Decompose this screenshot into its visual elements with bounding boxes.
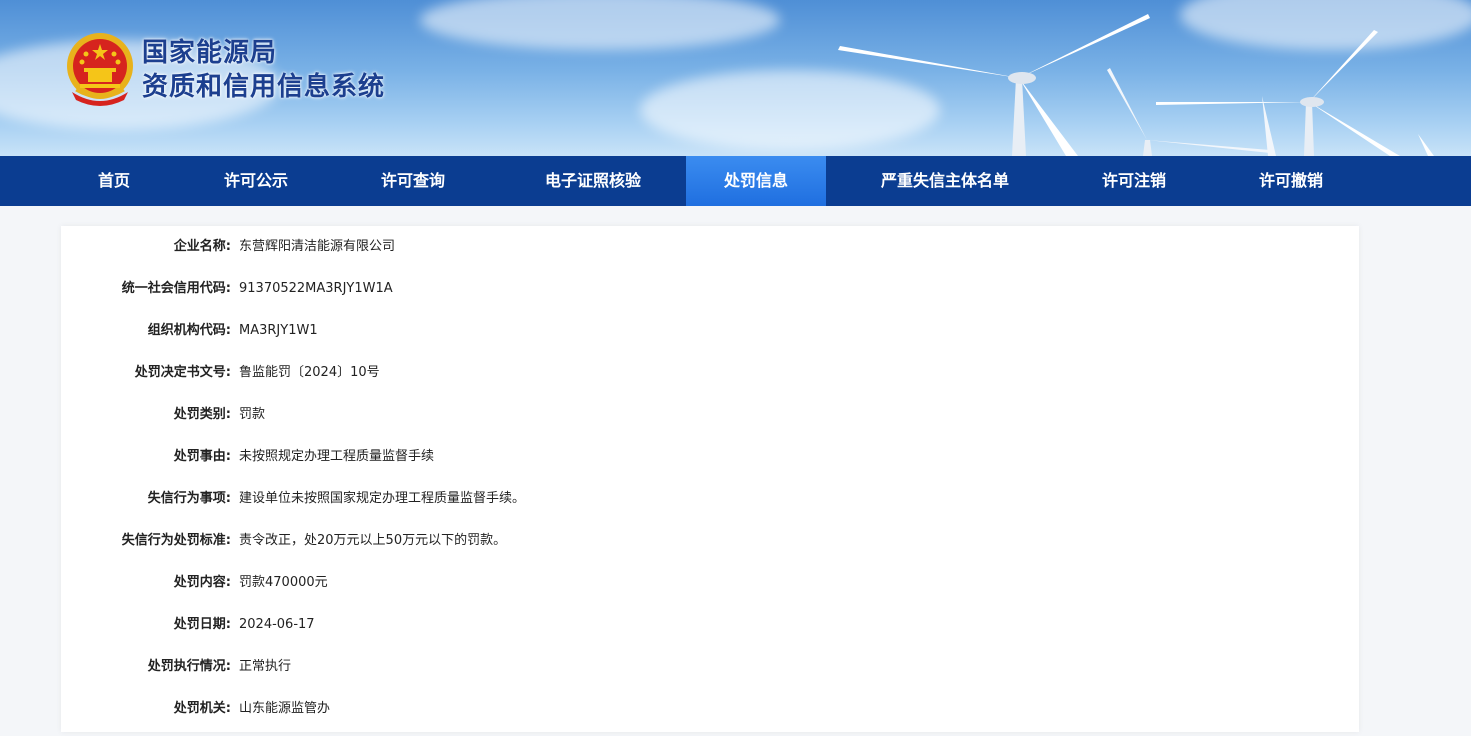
header-banner: 国家能源局 资质和信用信息系统 [0,0,1471,156]
nav-item-license-public[interactable]: 许可公示 [186,156,326,206]
national-emblem-icon [67,33,133,106]
detail-row-penalty-content: 处罚内容: 罚款470000元 [61,572,328,594]
nav-item-penalty-info[interactable]: 处罚信息 [686,156,826,206]
nav-item-serious-dishonesty-list[interactable]: 严重失信主体名单 [826,156,1064,206]
detail-value: MA3RJY1W1 [239,323,318,338]
detail-label: 失信行为事项: [147,491,231,506]
detail-label: 处罚日期: [173,617,231,632]
site-title-line1: 国家能源局 [142,38,278,68]
detail-row-penalty-reason: 处罚事由: 未按照规定办理工程质量监督手续 [61,446,434,468]
detail-value: 正常执行 [239,659,292,674]
detail-value: 2024-06-17 [239,617,315,632]
detail-label: 组织机构代码: [147,323,231,338]
detail-row-company-name: 企业名称: 东营辉阳清洁能源有限公司 [61,236,395,258]
detail-label: 统一社会信用代码: [121,281,231,296]
detail-value: 91370522MA3RJY1W1A [239,281,393,296]
detail-value: 罚款470000元 [239,575,328,590]
detail-label: 处罚执行情况: [147,659,231,674]
detail-row-org-code: 组织机构代码: MA3RJY1W1 [61,320,318,342]
detail-label: 处罚决定书文号: [134,365,231,380]
detail-row-penalty-standard: 失信行为处罚标准: 责令改正，处20万元以上50万元以下的罚款。 [61,530,506,552]
nav-item-home[interactable]: 首页 [42,156,186,206]
detail-value: 建设单位未按照国家规定办理工程质量监督手续。 [239,491,526,506]
detail-label: 处罚机关: [173,701,231,716]
penalty-detail-card: 企业名称: 东营辉阳清洁能源有限公司 统一社会信用代码: 91370522MA3… [61,226,1359,732]
detail-row-dishonesty-item: 失信行为事项: 建设单位未按照国家规定办理工程质量监督手续。 [61,488,525,510]
detail-label: 处罚内容: [173,575,231,590]
detail-value: 鲁监能罚〔2024〕10号 [239,365,380,380]
detail-label: 处罚事由: [173,449,231,464]
detail-label: 企业名称: [173,239,231,254]
detail-row-penalty-date: 处罚日期: 2024-06-17 [61,614,315,636]
nav-item-e-certificate-verify[interactable]: 电子证照核验 [500,156,686,206]
detail-row-credit-code: 统一社会信用代码: 91370522MA3RJY1W1A [61,278,393,300]
detail-value: 罚款 [239,407,266,422]
site-title: 国家能源局 资质和信用信息系统 [142,36,385,104]
detail-value: 责令改正，处20万元以上50万元以下的罚款。 [239,533,507,548]
detail-value: 山东能源监管办 [239,701,331,716]
nav-item-license-query[interactable]: 许可查询 [326,156,500,206]
main-nav: 首页 许可公示 许可查询 电子证照核验 处罚信息 严重失信主体名单 许可注销 许… [0,156,1471,206]
detail-row-penalty-type: 处罚类别: 罚款 [61,404,265,426]
site-title-line2: 资质和信用信息系统 [142,72,386,102]
detail-label: 失信行为处罚标准: [121,533,231,548]
nav-item-license-cancellation[interactable]: 许可注销 [1064,156,1204,206]
detail-value: 未按照规定办理工程质量监督手续 [239,449,435,464]
nav-item-license-revocation[interactable]: 许可撤销 [1204,156,1378,206]
detail-label: 处罚类别: [173,407,231,422]
detail-row-penalty-authority: 处罚机关: 山东能源监管办 [61,698,330,720]
detail-value: 东营辉阳清洁能源有限公司 [239,239,396,254]
detail-row-execution-status: 处罚执行情况: 正常执行 [61,656,291,678]
detail-row-decision-number: 处罚决定书文号: 鲁监能罚〔2024〕10号 [61,362,380,384]
